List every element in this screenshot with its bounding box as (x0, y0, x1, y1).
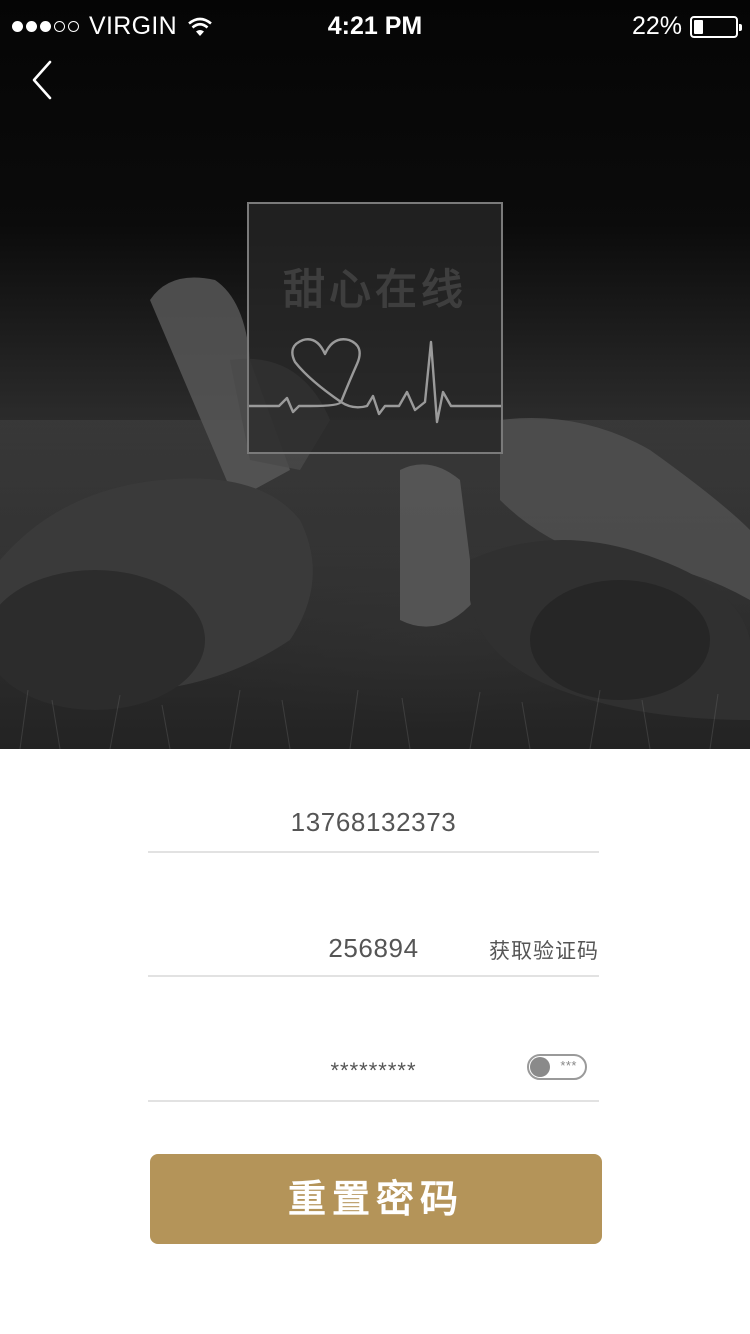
hero-background: VIRGIN 4:21 PM 22% 甜心在线 (0, 0, 750, 749)
battery-icon (690, 15, 742, 38)
logo-title: 甜心在线 (282, 265, 467, 314)
status-right: 22% (631, 12, 742, 41)
toggle-mask-label: *** (560, 1058, 577, 1073)
phone-field[interactable]: 13768132373 (148, 763, 599, 853)
toggle-knob (530, 1057, 550, 1077)
password-visibility-toggle[interactable]: *** (527, 1054, 587, 1080)
heartbeat-heart-icon (249, 338, 501, 424)
reset-password-button[interactable]: 重置密码 (150, 1154, 602, 1244)
battery-fill (694, 19, 703, 34)
battery-percent: 22% (631, 12, 682, 40)
password-field[interactable]: ********* *** (148, 1012, 599, 1102)
status-bar: VIRGIN 4:21 PM 22% (0, 0, 750, 54)
phone-input[interactable]: 13768132373 (148, 807, 599, 838)
back-button[interactable] (24, 56, 64, 104)
verification-code-field[interactable]: 256894 获取验证码 (148, 887, 599, 977)
app-logo: 甜心在线 (247, 202, 503, 454)
chevron-left-icon (32, 60, 52, 100)
get-code-button[interactable]: 获取验证码 (489, 935, 599, 965)
